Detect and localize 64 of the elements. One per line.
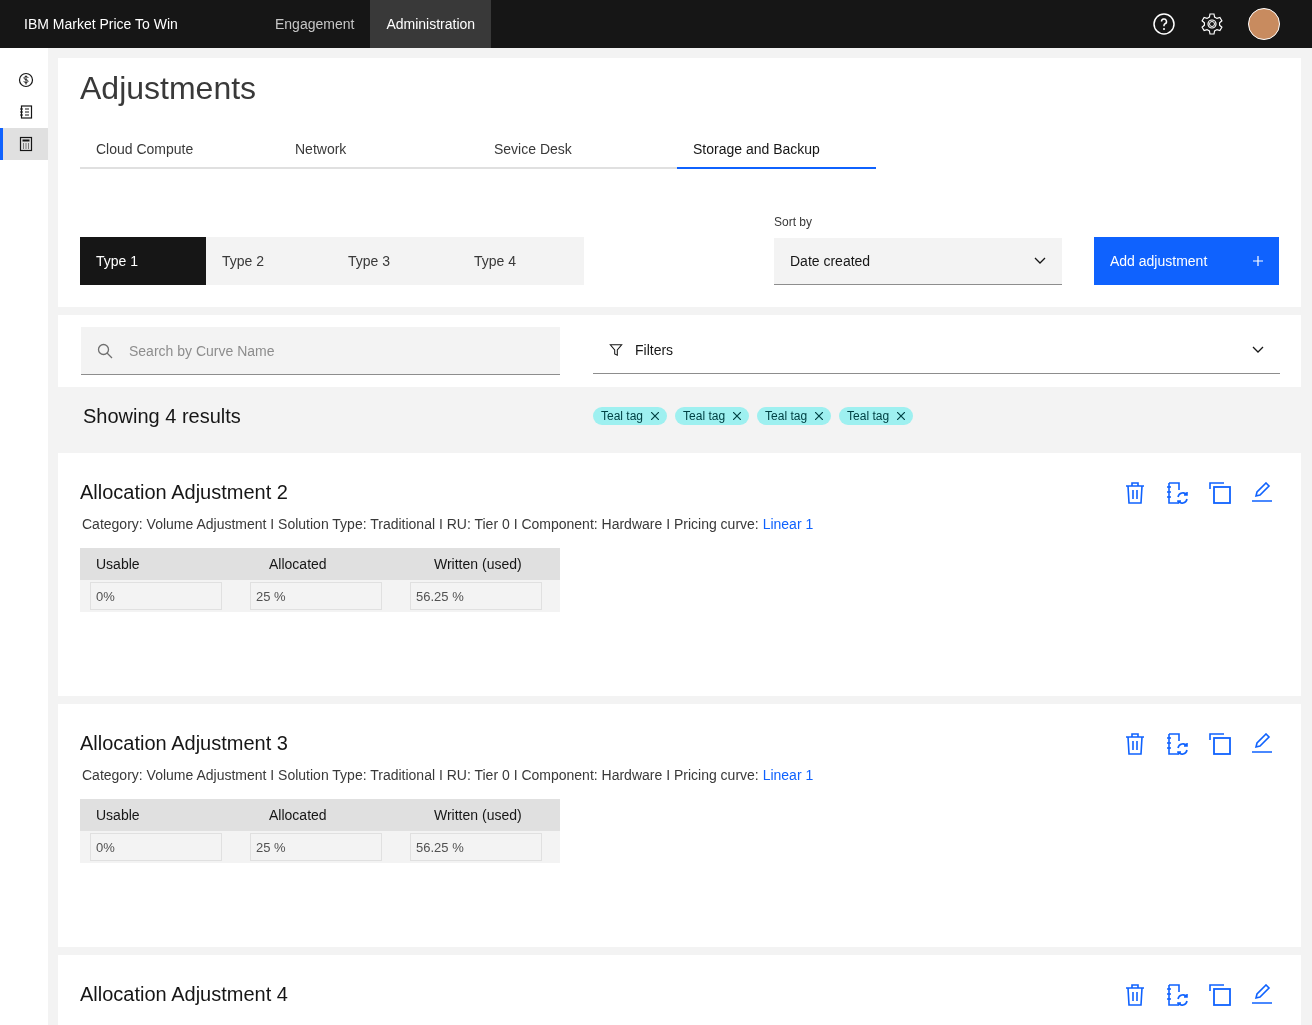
column-header: Allocated xyxy=(269,556,328,572)
column-header: Usable xyxy=(95,556,141,572)
nav-tab[interactable]: Administration xyxy=(370,0,492,48)
tab[interactable]: Cloud Compute xyxy=(80,141,279,169)
notebook-refresh-icon[interactable] xyxy=(1165,732,1189,755)
column-header: Allocated xyxy=(269,807,328,823)
value-field[interactable]: 56.25 % xyxy=(410,833,542,861)
edit-icon[interactable] xyxy=(1251,983,1273,1004)
add-adjustment-button[interactable]: Add adjustment xyxy=(1094,237,1279,285)
copy-icon[interactable] xyxy=(1209,732,1231,755)
copy-icon[interactable] xyxy=(1209,983,1231,1006)
card-title: Allocation Adjustment 2 xyxy=(80,481,288,504)
notebook-refresh-icon[interactable] xyxy=(1165,983,1189,1006)
tab[interactable]: Sevice Desk xyxy=(478,141,677,169)
card-title: Allocation Adjustment 4 xyxy=(80,983,288,1006)
card-title: Allocation Adjustment 3 xyxy=(80,732,288,755)
filter-icon xyxy=(609,343,623,357)
tab[interactable]: Storage and Backup xyxy=(677,141,876,169)
notebook-icon xyxy=(17,104,34,120)
close-icon[interactable] xyxy=(733,412,742,420)
pricing-curve-link[interactable]: Linear 1 xyxy=(762,767,814,783)
app-name[interactable]: IBM Market Price To Win xyxy=(0,16,234,32)
results-count: Showing 4 results xyxy=(83,404,242,428)
chevron-down-icon xyxy=(1034,257,1046,265)
filter-tag: Teal tag xyxy=(675,407,750,425)
value-field[interactable]: 56.25 % xyxy=(410,582,542,610)
value-field[interactable]: 0% xyxy=(90,582,222,610)
tab[interactable]: Network xyxy=(279,141,478,169)
trash-icon[interactable] xyxy=(1125,983,1145,1006)
search-field[interactable]: Search by Curve Name xyxy=(81,327,560,375)
filter-tag: Teal tag xyxy=(839,407,914,425)
dollar-icon xyxy=(17,72,34,88)
page-title: Adjustments xyxy=(80,70,258,107)
close-icon[interactable] xyxy=(897,412,906,420)
settings-icon[interactable] xyxy=(1200,12,1224,36)
value-field[interactable]: 25 % xyxy=(250,833,382,861)
card-description: Category: Volume Adjustment I Solution Type: Traditional I RU: Tier 0 I Component: Hardware I Pricing curve: Linear 1 xyxy=(82,516,815,532)
sort-dropdown[interactable]: Date created xyxy=(774,238,1062,285)
nav-tab[interactable]: Engagement xyxy=(259,0,371,48)
trash-icon[interactable] xyxy=(1125,481,1145,504)
value-field[interactable]: 25 % xyxy=(250,582,382,610)
value-field[interactable]: 0% xyxy=(90,833,222,861)
copy-icon[interactable] xyxy=(1209,481,1231,504)
edit-icon[interactable] xyxy=(1251,481,1273,502)
close-icon[interactable] xyxy=(651,412,660,420)
filter-tag: Teal tag xyxy=(593,407,668,425)
trash-icon[interactable] xyxy=(1125,732,1145,755)
filter-tag: Teal tag xyxy=(757,407,832,425)
card-description: Category: Volume Adjustment I Solution Type: Traditional I RU: Tier 0 I Component: Hardware I Pricing curve: Linear 1 xyxy=(82,767,815,783)
notebook-refresh-icon[interactable] xyxy=(1165,481,1189,504)
plus-icon xyxy=(1253,256,1263,266)
help-icon[interactable] xyxy=(1152,12,1176,36)
chevron-down-icon xyxy=(1252,346,1264,354)
edit-icon[interactable] xyxy=(1251,732,1273,753)
column-header: Written (used) xyxy=(434,807,523,823)
type-switch[interactable]: Type 1 xyxy=(80,237,206,285)
column-header: Written (used) xyxy=(434,556,523,572)
calculator-icon xyxy=(17,136,34,152)
sidebar-item[interactable] xyxy=(0,128,48,160)
pricing-curve-link[interactable]: Linear 1 xyxy=(762,516,814,532)
column-header: Usable xyxy=(95,807,141,823)
close-icon[interactable] xyxy=(815,412,824,420)
user-avatar[interactable] xyxy=(1248,8,1280,40)
sort-label: Sort by xyxy=(774,215,813,229)
